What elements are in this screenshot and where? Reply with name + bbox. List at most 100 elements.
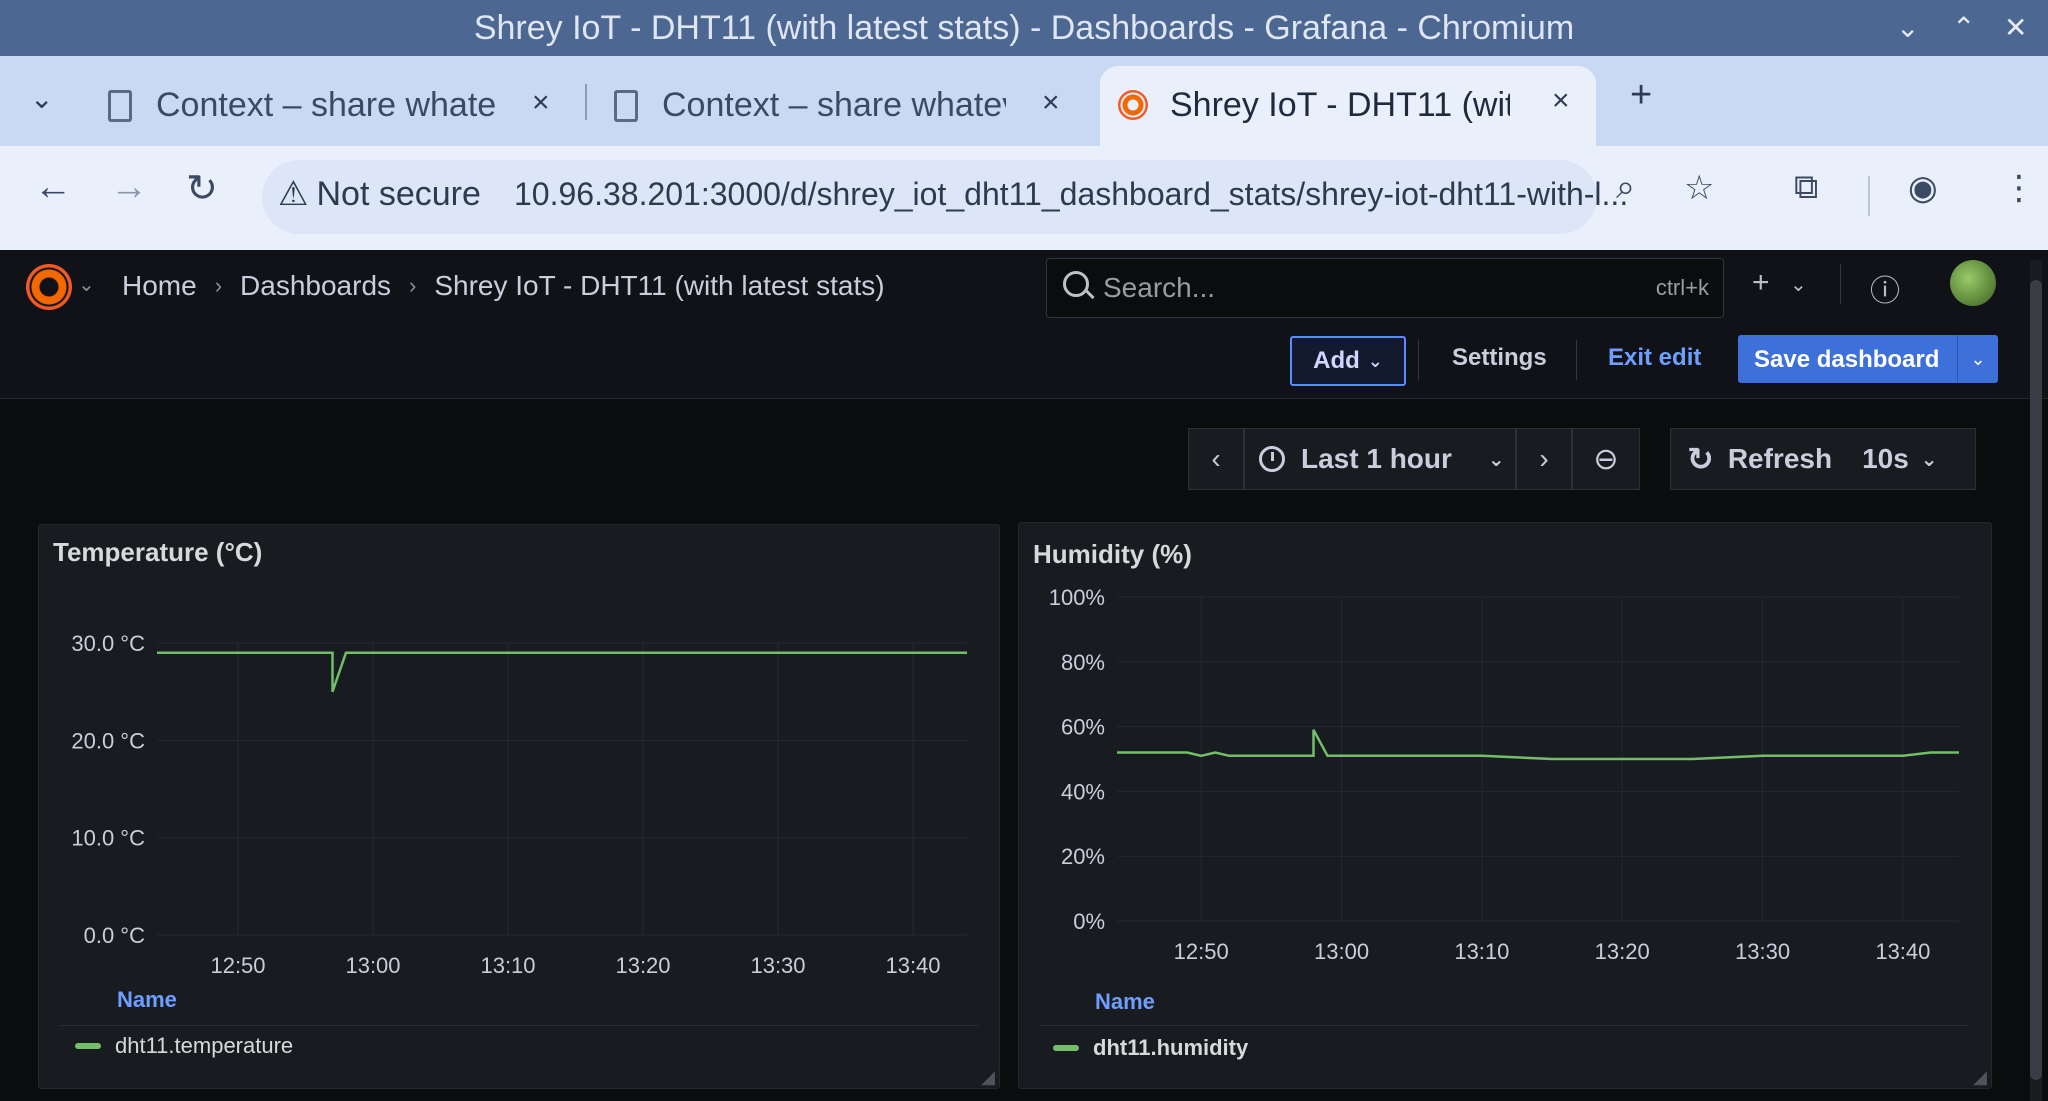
resize-handle-icon[interactable]: ◢: [1973, 1067, 1987, 1088]
new-tab-button[interactable]: +: [1630, 74, 1652, 117]
page-icon: [108, 90, 132, 122]
maximize-icon[interactable]: ⌃: [1952, 0, 1975, 56]
refresh-icon[interactable]: ↻: [1687, 440, 1714, 478]
y-tick-label: 100%: [1049, 585, 1105, 610]
x-tick-label: 13:30: [750, 953, 805, 978]
close-window-icon[interactable]: ✕: [2004, 0, 2027, 56]
grafana-favicon-icon: [1118, 90, 1148, 120]
new-button[interactable]: +: [1752, 266, 1770, 300]
tab-title: Context – share whatever you see with ot…: [156, 86, 496, 124]
time-range-picker[interactable]: Last 1 hour ⌄: [1244, 428, 1516, 490]
back-icon[interactable]: ←: [34, 166, 72, 209]
y-tick-label: 60%: [1061, 715, 1105, 740]
tab-context-2[interactable]: Context – share whatever you see with ot…: [598, 66, 1080, 146]
address-bar: ← → ↻ ⚠ Not secure 10.96.38.201:3000/d/s…: [0, 146, 2048, 250]
resize-handle-icon[interactable]: ◢: [981, 1067, 995, 1088]
series-line: [1117, 729, 1959, 761]
x-tick-label: 12:50: [1174, 939, 1229, 964]
forward-icon[interactable]: →: [110, 166, 148, 209]
chevron-down-icon[interactable]: ⌄: [1790, 272, 1807, 297]
search-shortcut: ctrl+k: [1655, 275, 1709, 300]
minimize-icon[interactable]: ⌄: [1896, 0, 1919, 56]
y-tick-label: 40%: [1061, 779, 1105, 804]
chevron-down-icon[interactable]: ⌄: [1921, 447, 1938, 472]
close-tab-icon[interactable]: ×: [1042, 86, 1060, 120]
chevron-down-icon[interactable]: ⌄: [1957, 335, 1998, 383]
divider: [1418, 340, 1419, 380]
refresh-interval[interactable]: 10s: [1862, 443, 1909, 475]
omnibox[interactable]: ⚠ Not secure 10.96.38.201:3000/d/shrey_i…: [262, 160, 1628, 234]
legend-series-name: dht11.humidity: [1093, 1035, 1249, 1060]
chevron-down-icon[interactable]: ⌄: [78, 272, 95, 297]
browser-menu-icon[interactable]: ⋮: [2002, 168, 2036, 208]
close-tab-icon[interactable]: ×: [1552, 84, 1570, 118]
temperature-panel[interactable]: Temperature (°C) 0.0 °C 10.0 °C 20.0 °C 30.…: [38, 524, 1000, 1089]
humidity-panel[interactable]: Humidity (%) 0% 20% 40% 60% 80% 100% 12:50 13:0…: [1018, 522, 1992, 1089]
humidity-chart[interactable]: 0% 20% 40% 60% 80% 100% 12:50 13:00 13:10 13:20 13…: [1019, 583, 1991, 1013]
profile-icon[interactable]: ◉: [1908, 168, 1938, 208]
legend-item-humidity[interactable]: dht11.humidity: [1053, 1035, 1248, 1061]
grafana-top-nav: ⌄ Home › Dashboards › Shrey IoT - DHT11 …: [0, 250, 2048, 325]
avatar[interactable]: [1950, 260, 1996, 306]
y-tick-label: 10.0 °C: [71, 826, 145, 851]
tab-context-1[interactable]: Context – share whatever you see with ot…: [92, 66, 572, 146]
legend-series-name: dht11.temperature: [115, 1033, 294, 1058]
exit-edit-button[interactable]: Exit edit: [1608, 344, 1701, 372]
zoom-out-button[interactable]: ⊖: [1572, 428, 1640, 490]
chevron-down-icon: ⌄: [1487, 448, 1505, 471]
time-shift-forward-button[interactable]: ›: [1516, 428, 1572, 490]
chevron-right-icon: ›: [214, 273, 223, 298]
x-tick-label: 13:20: [1595, 939, 1650, 964]
breadcrumb-current: Shrey IoT - DHT11 (with latest stats): [434, 270, 885, 301]
bookmark-star-icon[interactable]: ☆: [1684, 168, 1714, 208]
grafana-logo-icon[interactable]: [26, 264, 72, 310]
security-indicator[interactable]: ⚠ Not secure: [278, 174, 481, 214]
security-label: Not secure: [316, 174, 481, 213]
temperature-chart[interactable]: 0.0 °C 10.0 °C 20.0 °C 30.0 °C 12:50 13:00 13:…: [39, 583, 999, 1013]
tab-search-chevron-icon[interactable]: ⌄: [30, 82, 53, 115]
clock-icon: [1259, 446, 1285, 472]
refresh-button[interactable]: Refresh: [1728, 443, 1832, 475]
legend-header: Name: [1095, 989, 1155, 1014]
panel-title: Temperature (°C): [53, 537, 263, 567]
tab-grafana-dashboard[interactable]: Shrey IoT - DHT11 (with latest stats) ×: [1100, 66, 1596, 146]
divider: [1576, 340, 1577, 380]
breadcrumb: Home › Dashboards › Shrey IoT - DHT11 (w…: [122, 270, 885, 302]
legend-divider: [59, 1025, 979, 1026]
tab-title: Shrey IoT - DHT11 (with latest stats): [1170, 86, 1510, 124]
zoom-out-icon: ⊖: [1593, 442, 1619, 476]
window-titlebar: Shrey IoT - DHT11 (with latest stats) - …: [0, 0, 2048, 56]
scrollbar-thumb[interactable]: [2030, 280, 2042, 1080]
breadcrumb-dashboards[interactable]: Dashboards: [240, 270, 391, 302]
tab-strip: ⌄ Context – share whatever you see with …: [0, 56, 2048, 146]
chevron-down-icon: ⌄: [1367, 350, 1383, 371]
zoom-icon[interactable]: ⌕: [1616, 168, 1635, 207]
y-tick-label: 20%: [1061, 844, 1105, 869]
toolbar-divider: [1868, 176, 1870, 216]
tab-separator: [585, 84, 587, 120]
breadcrumb-home[interactable]: Home: [122, 270, 197, 302]
search-input[interactable]: Search... ctrl+k: [1046, 258, 1724, 318]
legend-swatch: [1053, 1045, 1079, 1051]
search-placeholder: Search...: [1103, 272, 1216, 303]
series-line: [157, 651, 967, 693]
chevron-right-icon: ›: [409, 273, 417, 298]
reload-icon[interactable]: ↻: [186, 166, 218, 211]
help-icon[interactable]: ⓘ: [1870, 266, 1900, 310]
time-shift-back-button[interactable]: ‹: [1188, 428, 1244, 490]
settings-button[interactable]: Settings: [1452, 344, 1547, 372]
y-tick-label: 0%: [1073, 909, 1105, 934]
x-tick-label: 12:50: [210, 953, 265, 978]
extensions-icon[interactable]: ⧉: [1794, 168, 1818, 207]
save-dashboard-button[interactable]: Save dashboard ⌄: [1738, 335, 1998, 383]
tab-title: Context – share whatever you see with ot…: [662, 86, 1006, 124]
dashboard-edit-toolbar: Add ⌄ Settings Exit edit Save dashboard …: [0, 324, 2048, 399]
url-text[interactable]: 10.96.38.201:3000/d/shrey_iot_dht11_dash…: [514, 176, 1628, 213]
save-dashboard-label: Save dashboard: [1754, 346, 1940, 373]
chevron-right-icon: ›: [1539, 443, 1549, 474]
x-tick-label: 13:00: [1314, 939, 1369, 964]
add-button[interactable]: Add ⌄: [1290, 336, 1406, 386]
warning-icon: ⚠: [278, 175, 309, 213]
legend-item-temperature[interactable]: dht11.temperature: [75, 1033, 293, 1059]
close-tab-icon[interactable]: ×: [532, 86, 550, 120]
